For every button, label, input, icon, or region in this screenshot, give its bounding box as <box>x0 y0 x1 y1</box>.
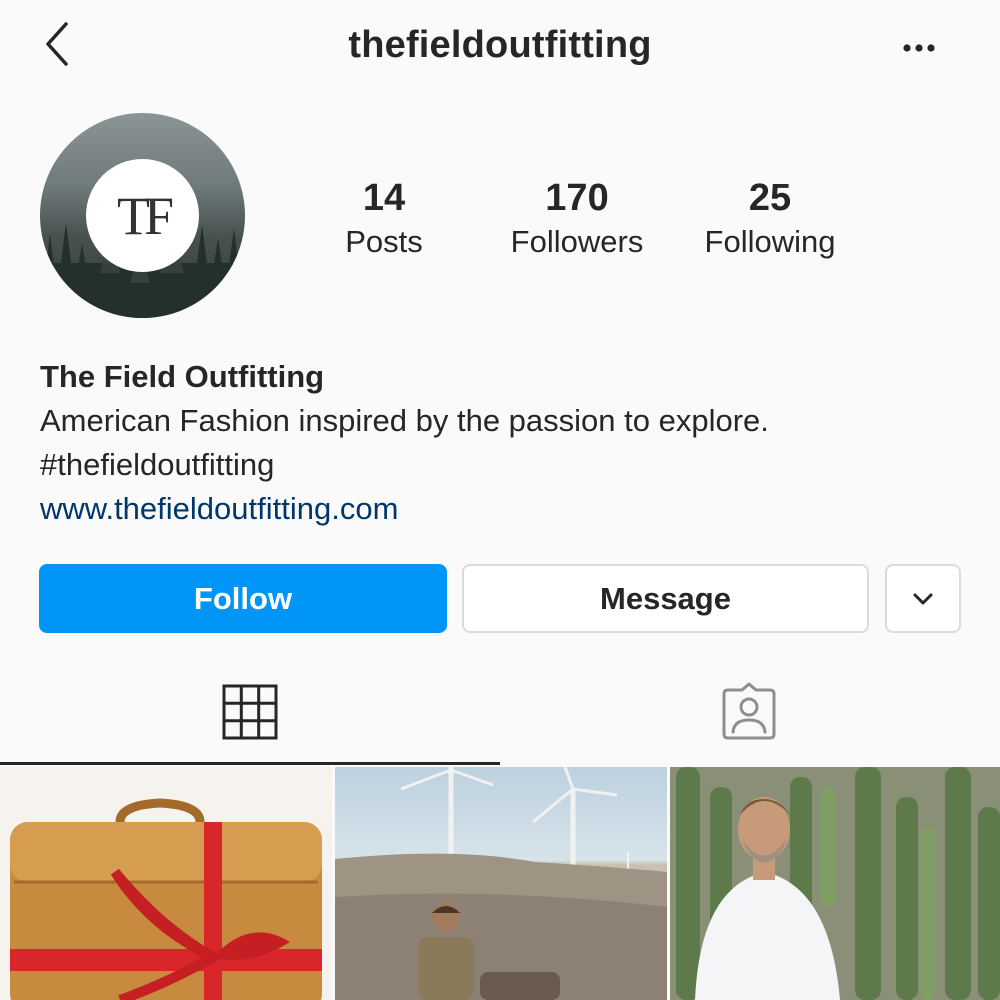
message-button[interactable]: Message <box>462 564 869 633</box>
profile-avatar[interactable]: TF <box>40 113 245 318</box>
following-label: Following <box>704 224 836 259</box>
followers-count: 170 <box>545 177 609 219</box>
cactus-portrait-image <box>670 767 1000 1000</box>
followers-stat[interactable]: 170 Followers <box>494 176 660 264</box>
top-bar: thefieldoutfitting <box>0 0 1000 95</box>
following-stat[interactable]: 25 Following <box>690 176 850 264</box>
posts-stat[interactable]: 14 Posts <box>320 176 448 264</box>
post-thumbnail[interactable] <box>0 767 332 1000</box>
suggested-accounts-button[interactable] <box>885 564 961 633</box>
tab-tagged[interactable] <box>500 660 1000 764</box>
profile-bio: The Field Outfitting American Fashion in… <box>40 355 970 531</box>
chevron-down-icon <box>913 593 933 604</box>
post-thumbnail[interactable] <box>335 767 667 1000</box>
ellipsis-icon <box>903 44 935 52</box>
brand-logo: TF <box>86 159 199 272</box>
follow-button[interactable]: Follow <box>39 564 447 633</box>
display-name: The Field Outfitting <box>40 359 325 394</box>
post-thumbnail[interactable] <box>670 767 1000 1000</box>
gift-bag-image <box>10 798 322 1000</box>
bio-text: American Fashion inspired by the passion… <box>40 403 769 438</box>
more-options-button[interactable] <box>898 30 948 60</box>
posts-label: Posts <box>345 224 423 259</box>
grid-icon <box>222 684 278 740</box>
followers-label: Followers <box>510 224 644 259</box>
posts-count: 14 <box>362 177 406 219</box>
bio-hashtag[interactable]: #thefieldoutfitting <box>40 443 970 487</box>
tagged-person-icon <box>722 682 776 740</box>
website-link[interactable]: www.thefieldoutfitting.com <box>40 487 970 531</box>
wind-turbines-image <box>335 767 667 1000</box>
profile-username: thefieldoutfitting <box>348 24 652 66</box>
profile-tabs <box>0 660 1000 765</box>
tab-posts-grid[interactable] <box>0 660 500 765</box>
following-count: 25 <box>748 177 792 219</box>
